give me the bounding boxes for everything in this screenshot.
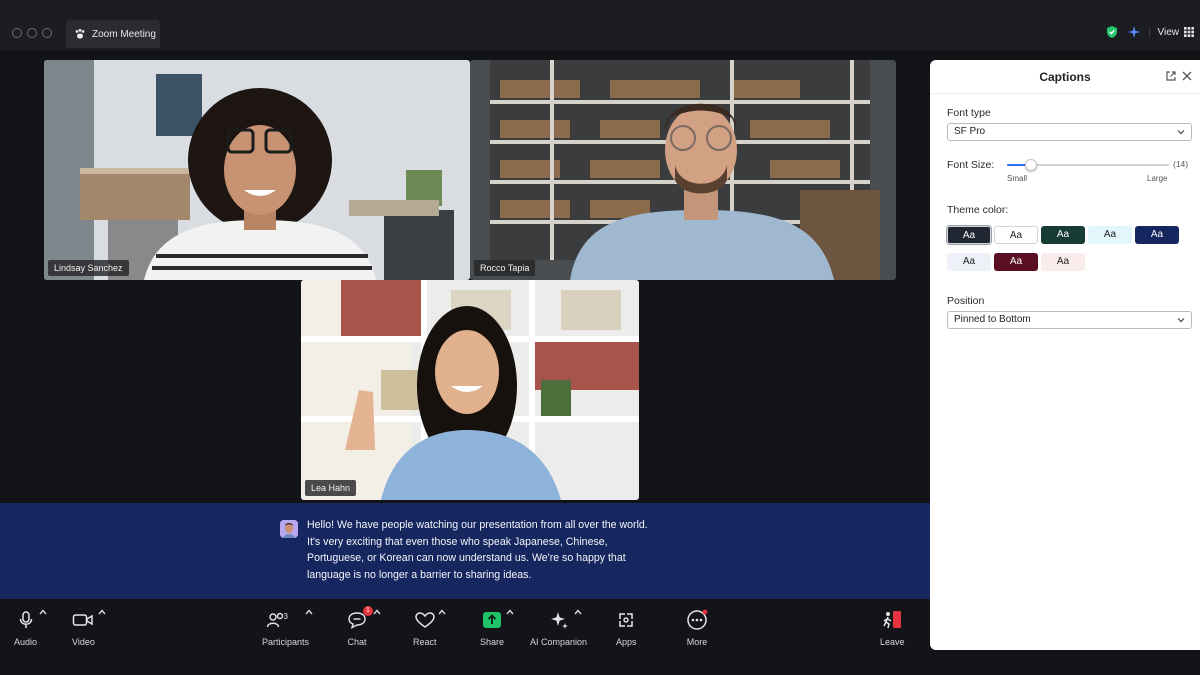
theme-swatch[interactable]: Aa [947, 226, 991, 244]
view-label: View [1157, 26, 1180, 38]
window-close-button[interactable] [12, 28, 22, 38]
font-size-value: (14) [1173, 159, 1189, 169]
theme-swatch[interactable]: Aa [947, 253, 991, 271]
chat-options-chevron-icon[interactable] [372, 607, 382, 617]
live-caption-area: Hello! We have people watching our prese… [0, 503, 930, 599]
participant-video-feed [470, 60, 896, 280]
position-value: Pinned to Bottom [954, 314, 1031, 325]
video-tile-lea-hahn[interactable]: Lea Hahn [301, 280, 639, 500]
caption-line: Hello! We have people watching our prese… [307, 519, 648, 531]
tab-title: Zoom Meeting [92, 28, 156, 40]
position-label: Position [947, 295, 985, 307]
theme-swatch[interactable]: Aa [1088, 226, 1132, 244]
title-bar: Zoom Meeting View [0, 0, 1200, 50]
participants-icon [266, 612, 283, 628]
security-shield-icon[interactable] [1105, 25, 1119, 39]
video-button[interactable]: Video [72, 609, 95, 647]
font-size-max-label: Large [1147, 174, 1168, 183]
participant-video-feed [301, 280, 639, 500]
participants-count: 3 [283, 612, 288, 621]
speaker-avatar [280, 520, 298, 538]
caption-line: It's very exciting that even those who s… [307, 535, 608, 548]
theme-swatch[interactable]: Aa [1135, 226, 1179, 244]
chevron-down-icon [1177, 318, 1185, 323]
window-minimize-button[interactable] [27, 28, 37, 38]
share-screen-icon [483, 612, 502, 628]
participants-options-chevron-icon[interactable] [304, 607, 314, 617]
font-size-slider[interactable] [1007, 159, 1169, 171]
audio-button[interactable]: Audio [14, 609, 37, 647]
share-label: Share [480, 637, 505, 647]
participant-video-feed [44, 60, 470, 280]
chat-button[interactable]: 1 Chat [346, 606, 373, 647]
video-label: Video [72, 637, 95, 647]
ai-companion-label: AI Companion [530, 637, 588, 647]
microphone-icon [19, 611, 32, 628]
view-button[interactable]: View [1148, 26, 1194, 38]
grid-view-icon [1184, 27, 1194, 37]
font-type-label: Font type [947, 107, 991, 119]
captions-panel-title: Captions [1039, 70, 1091, 84]
more-label: More [686, 637, 708, 647]
meeting-toolbar: Audio Video 3 Participants 1 Chat React … [0, 599, 930, 675]
participant-name-tag: Lea Hahn [305, 480, 357, 496]
video-tile-rocco-tapia[interactable]: Rocco Tapia [470, 60, 896, 280]
leave-label: Leave [880, 637, 905, 647]
theme-swatch[interactable]: Aa [1041, 253, 1085, 271]
font-size-slider-handle[interactable] [1025, 159, 1038, 171]
pop-out-icon[interactable] [1165, 70, 1177, 82]
heart-react-icon [414, 612, 435, 628]
audio-options-chevron-icon[interactable] [38, 607, 48, 617]
position-select[interactable]: Pinned to Bottom [947, 311, 1192, 329]
caption-line: language is no longer a barrier to shari… [307, 568, 532, 581]
theme-color-label: Theme color: [947, 204, 1009, 216]
chevron-down-icon [1177, 130, 1185, 135]
participant-name-tag: Lindsay Sanchez [48, 260, 129, 276]
participants-label: Participants [262, 637, 310, 647]
font-type-select[interactable]: SF Pro [947, 123, 1192, 141]
apps-button[interactable]: Apps [616, 609, 637, 647]
react-label: React [413, 637, 437, 647]
participants-button[interactable]: 3 Participants [262, 609, 309, 647]
font-type-value: SF Pro [954, 126, 986, 137]
ai-sparkle-icon[interactable] [1127, 25, 1141, 39]
caption-line: Portuguese, or Korean can now understand… [307, 552, 626, 564]
ai-companion-sparkle-icon [550, 612, 568, 629]
audio-label: Audio [14, 637, 38, 647]
close-icon[interactable] [1181, 70, 1193, 82]
share-options-chevron-icon[interactable] [505, 607, 515, 617]
font-size-min-label: Small [1007, 174, 1028, 183]
react-options-chevron-icon[interactable] [437, 607, 447, 617]
leave-button[interactable]: Leave [880, 609, 905, 647]
leave-door-icon [883, 611, 902, 629]
font-size-label: Font Size: [947, 159, 995, 171]
caption-text: Hello! We have people watching our prese… [307, 517, 707, 583]
video-camera-icon [73, 614, 94, 626]
tab-zoom-meeting[interactable]: Zoom Meeting [66, 20, 160, 48]
captions-panel-header: Captions [930, 60, 1200, 94]
captions-panel: Captions Font type SF Pro Font Size: (14… [930, 60, 1200, 650]
theme-swatch[interactable]: Aa [1041, 226, 1085, 244]
speaker-avatar-image [280, 520, 298, 538]
zoom-paw-icon [75, 28, 85, 39]
video-options-chevron-icon[interactable] [97, 607, 107, 617]
share-button[interactable]: Share [480, 609, 504, 647]
apps-label: Apps [616, 637, 637, 647]
chat-label: Chat [347, 637, 367, 647]
window-maximize-button[interactable] [42, 28, 52, 38]
video-tile-lindsay-sanchez[interactable]: Lindsay Sanchez [44, 60, 470, 280]
react-button[interactable]: React [413, 609, 437, 647]
ai-companion-options-chevron-icon[interactable] [573, 607, 583, 617]
more-options-icon [687, 609, 708, 630]
participant-name-tag: Rocco Tapia [474, 260, 536, 276]
theme-swatch[interactable]: Aa [994, 226, 1038, 244]
apps-icon [619, 613, 633, 627]
more-button[interactable]: More [686, 609, 708, 647]
theme-swatch[interactable]: Aa [994, 253, 1038, 271]
